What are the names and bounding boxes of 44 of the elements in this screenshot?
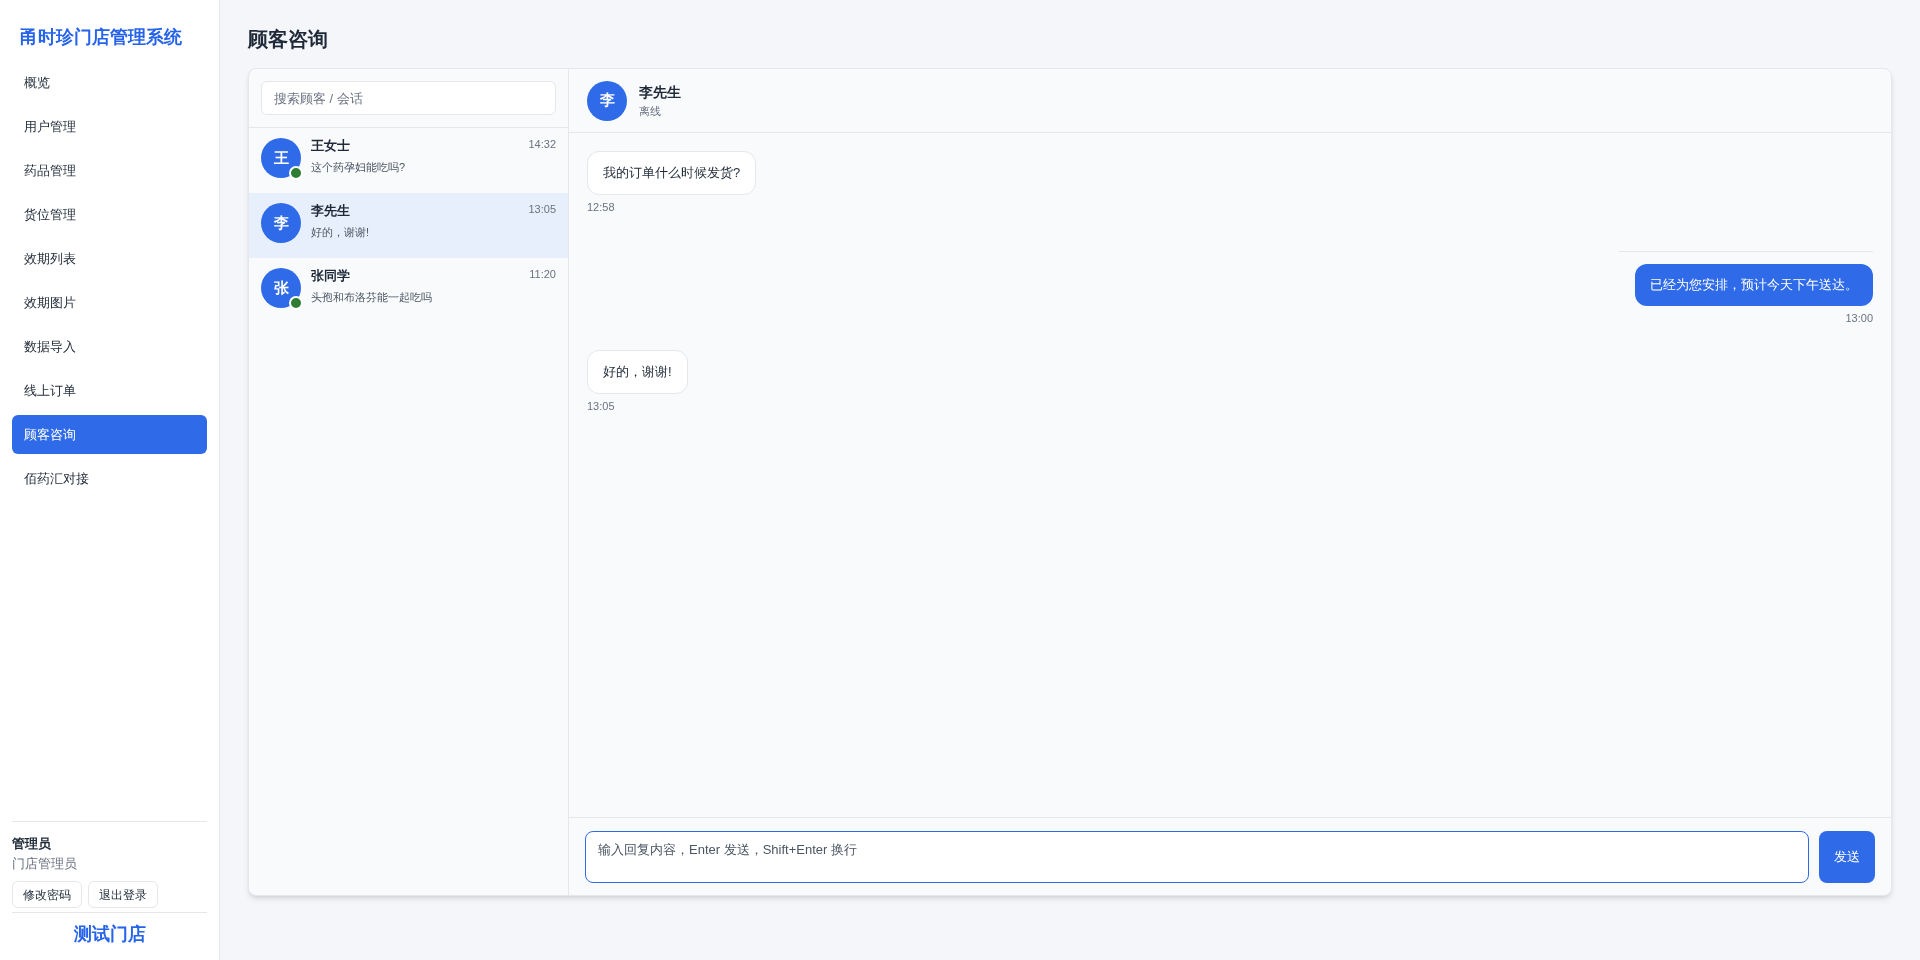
message-time: 13:05 — [528, 202, 556, 217]
conversation-item[interactable]: 李 李先生 13:05 好的，谢谢! — [249, 193, 568, 258]
logout-button[interactable]: 退出登录 — [88, 881, 158, 908]
customer-name: 李先生 — [311, 202, 350, 220]
nav-item[interactable]: 用户管理 — [12, 107, 207, 146]
reply-field[interactable]: 输入回复内容，Enter 发送，Shift+Enter 换行 — [585, 830, 1809, 883]
nav-item[interactable]: 药品管理 — [12, 151, 207, 190]
nav-item[interactable]: 货位管理 — [12, 195, 207, 234]
user-role: 门店管理员 — [12, 854, 78, 873]
store-name: 测试门店 — [73, 924, 146, 944]
message-bubble: 我的订单什么时候发货? — [587, 151, 757, 195]
contact-status: 离线 — [639, 103, 662, 119]
message-time: 13:00 — [1845, 310, 1873, 326]
message-time: 13:05 — [587, 398, 615, 414]
nav-item[interactable]: 佰药汇对接 — [12, 459, 207, 498]
customer-name: 张同学 — [311, 267, 350, 285]
search-field[interactable]: 搜索顾客 / 会话 — [261, 81, 556, 115]
conversation-item[interactable]: 王 王女士 14:32 这个药孕妇能吃吗? — [249, 128, 568, 193]
conversation-item[interactable]: 张 张同学 11:20 头孢和布洛芬能一起吃吗 — [249, 258, 568, 323]
app-title: 甬时珍门店管理系统 — [19, 26, 183, 49]
message-bubble: 好的，谢谢! — [587, 350, 688, 394]
customer-name: 王女士 — [311, 137, 350, 155]
message-time: 14:32 — [528, 137, 556, 152]
nav-item[interactable]: 线上订单 — [12, 371, 207, 410]
avatar: 王 — [261, 138, 301, 178]
avatar: 张 — [261, 268, 301, 308]
avatar: 李 — [261, 203, 301, 243]
nav-item[interactable]: 顾客咨询 — [12, 415, 207, 454]
nav-item[interactable]: 效期图片 — [12, 283, 207, 322]
message-preview: 这个药孕妇能吃吗? — [311, 159, 407, 175]
send-button[interactable]: 发送 — [1819, 830, 1875, 883]
nav-item[interactable]: 数据导入 — [12, 327, 207, 366]
message-time: 11:20 — [529, 267, 556, 282]
nav-item[interactable]: 效期列表 — [12, 239, 207, 278]
avatar: 李 — [587, 80, 627, 121]
change-password-button[interactable]: 修改密码 — [12, 881, 82, 908]
message-time: 12:58 — [587, 199, 615, 215]
message-preview: 好的，谢谢! — [311, 224, 371, 240]
page-title: 顾客咨询 — [248, 27, 329, 52]
contact-name: 李先生 — [639, 82, 681, 102]
nav-item[interactable]: 概览 — [12, 63, 207, 102]
message-bubble: 已经为您安排，预计今天下午送达。 — [1635, 264, 1873, 306]
message-preview: 头孢和布洛芬能一起吃吗 — [311, 289, 433, 305]
user-name: 管理员 — [12, 835, 52, 853]
